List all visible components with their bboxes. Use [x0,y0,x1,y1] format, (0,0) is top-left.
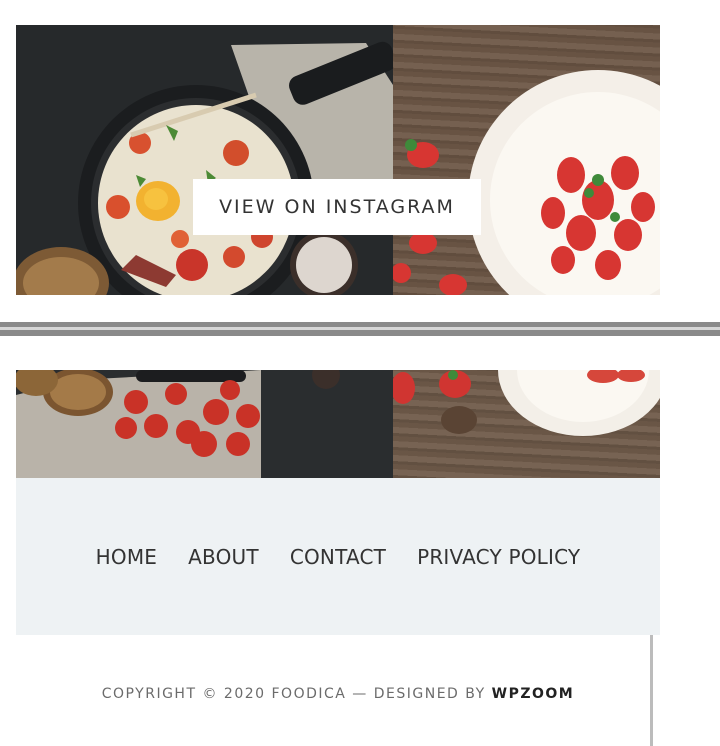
pan-with-eggs-photo[interactable] [16,25,393,295]
instagram-gallery-bottom [16,370,660,478]
wpzoom-link[interactable]: WPZOOM [492,686,575,702]
copyright-notice: COPYRIGHT © 2020 FOODICA — DESIGNED BY W… [0,686,676,702]
footer-link-home[interactable]: HOME [96,545,157,569]
instagram-gallery-top: VIEW ON INSTAGRAM [16,25,660,295]
copyright-text: COPYRIGHT © 2020 FOODICA — DESIGNED BY [101,686,492,702]
wood-table-photo[interactable] [393,370,660,478]
footer-link-privacy-policy[interactable]: PRIVACY POLICY [417,545,580,569]
footer-menu: HOME ABOUT CONTACT PRIVACY POLICY [16,478,660,635]
footer-link-about[interactable]: ABOUT [188,545,259,569]
section-divider [0,322,720,336]
strawberry-pavlova-photo[interactable] [393,25,660,295]
tomatoes-and-bread-photo[interactable] [16,370,393,478]
view-on-instagram-button[interactable]: VIEW ON INSTAGRAM [193,179,481,235]
footer-link-contact[interactable]: CONTACT [290,545,386,569]
